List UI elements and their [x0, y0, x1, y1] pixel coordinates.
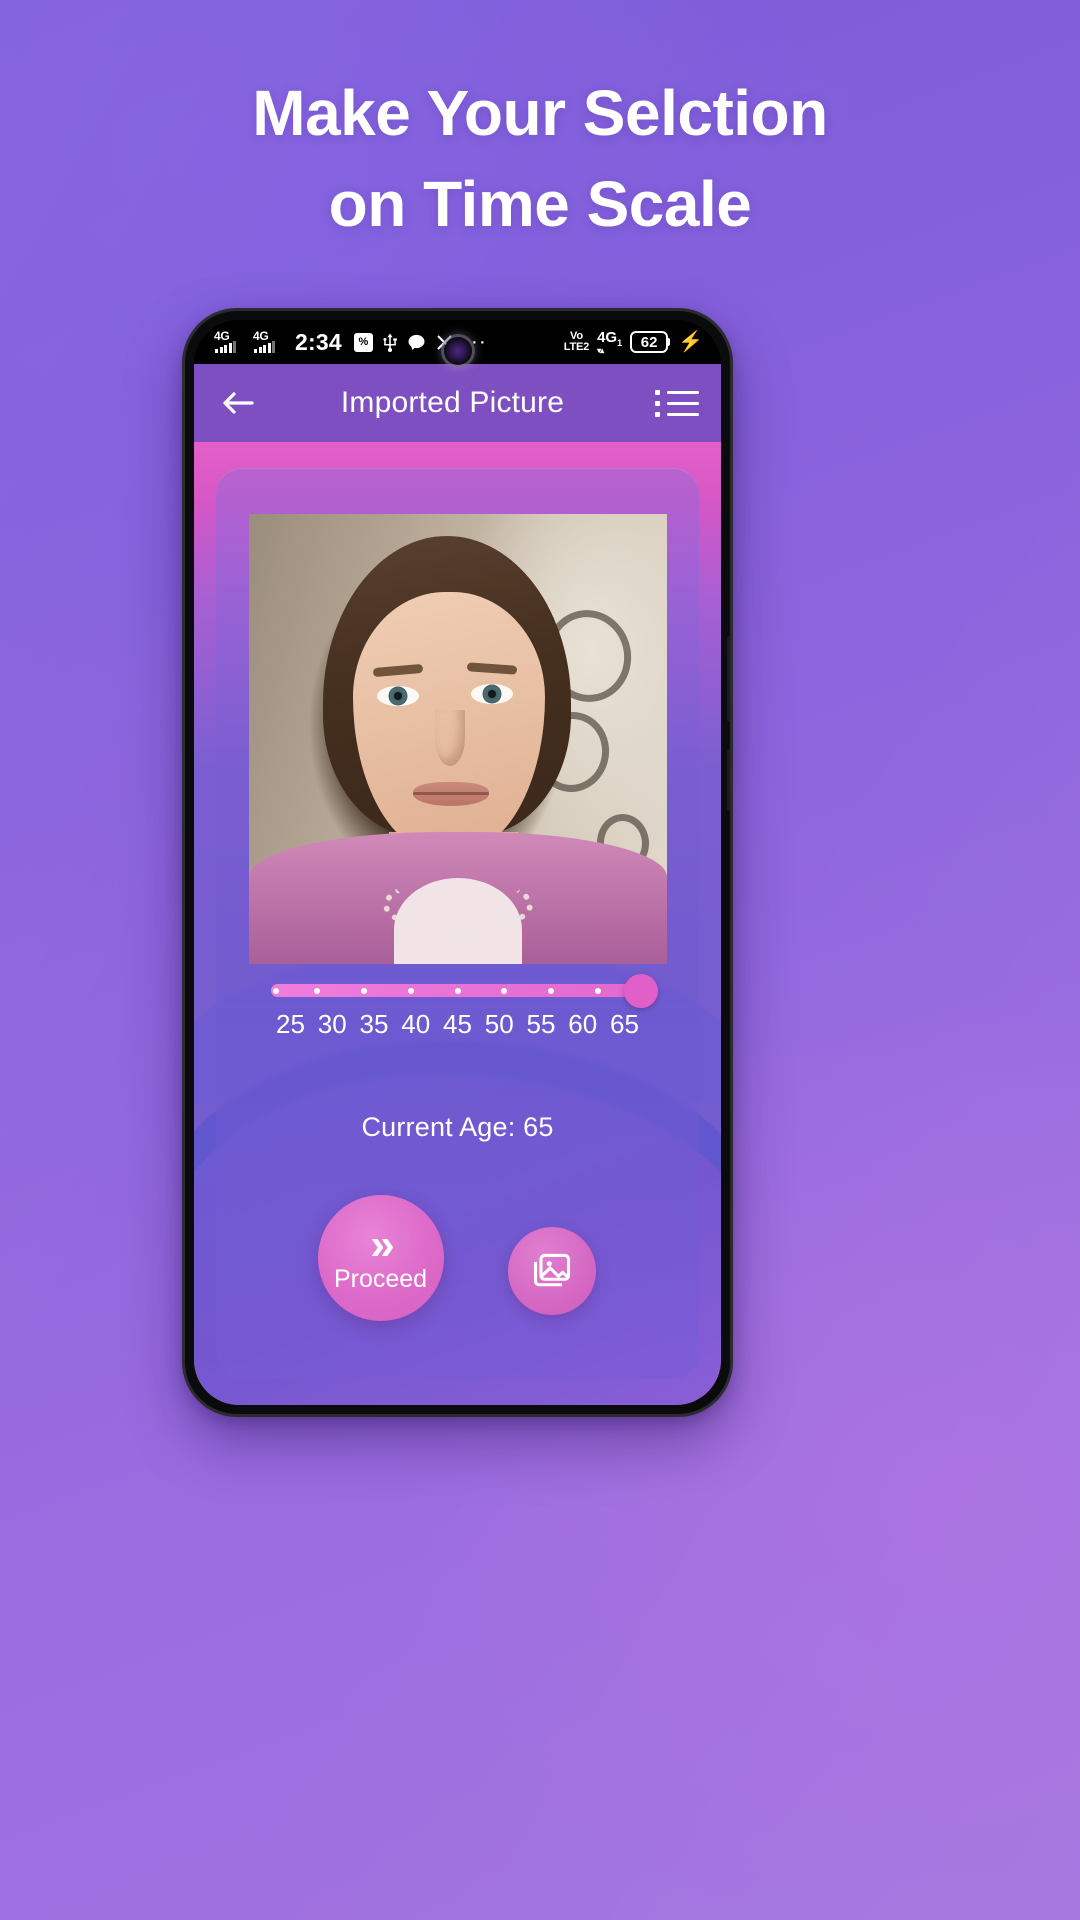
image-picture-icon: [533, 1253, 570, 1287]
volte-icon: Vo LTE2: [563, 329, 590, 353]
more-icon: ···: [462, 330, 487, 353]
battery-cap-icon: [667, 338, 671, 346]
slider-tick[interactable]: [314, 987, 321, 994]
status-bar: 4G 4G 2:34 % ··· Vo LTE2 4G1 ▾▴ 62 ⚡: [194, 320, 721, 364]
imported-photo[interactable]: [248, 514, 667, 964]
slider-tick[interactable]: [361, 987, 367, 994]
app-toolbar: Imported Picture: [194, 364, 721, 442]
tools-icon: [435, 333, 454, 352]
status-bar-clock: 2:34: [295, 328, 342, 355]
action-buttons: » Proceed: [216, 1195, 699, 1321]
phone-mockup: 4G 4G 2:34 % ··· Vo LTE2 4G1 ▾▴ 62 ⚡ Imp…: [185, 311, 730, 1414]
menu-button[interactable]: [655, 381, 699, 425]
slider-tick[interactable]: [548, 987, 554, 994]
slider-tick[interactable]: [407, 987, 414, 994]
slider-tick-label: 60: [568, 1009, 598, 1039]
slider-tick[interactable]: [454, 987, 461, 994]
phone-screen: 4G 4G 2:34 % ··· Vo LTE2 4G1 ▾▴ 62 ⚡ Imp…: [194, 320, 721, 1405]
slider-tick-label: 50: [484, 1009, 514, 1039]
signal-icon-sim1: 4G: [214, 329, 244, 353]
vibrate-icon: %: [353, 332, 373, 352]
slider-tick-label: 30: [317, 1009, 347, 1039]
message-bubble-icon: [407, 334, 426, 351]
slider-thumb[interactable]: [623, 973, 658, 1008]
app-content: 25 30 35 40 45 50 55 60 65 Current Age: 65 » Pro…: [194, 442, 721, 1405]
age-slider[interactable]: 25 30 35 40 45 50 55 60 65: [270, 973, 658, 1040]
slider-tick-label: 40: [401, 1009, 431, 1039]
signal-icon-sim2: 4G: [253, 329, 283, 353]
power-button[interactable]: [727, 749, 730, 811]
current-age-label: Current Age: 65: [361, 1112, 554, 1142]
content-card: 25 30 35 40 45 50 55 60 65 Current Age: 65 » Pro…: [216, 468, 699, 1379]
volume-button[interactable]: [727, 636, 730, 722]
slider-tick[interactable]: [594, 987, 601, 994]
slider-tick-label: 35: [359, 1009, 389, 1039]
slider-tick[interactable]: [501, 987, 508, 994]
slider-tick-label: 45: [443, 1009, 472, 1039]
status-bar-right: Vo LTE2 4G1 ▾▴ 62 ⚡: [563, 329, 703, 355]
proceed-button[interactable]: » Proceed: [317, 1195, 444, 1321]
slider-tick-label: 55: [526, 1009, 556, 1039]
list-menu-icon: [655, 389, 699, 395]
slider-tick-label: 65: [610, 1009, 639, 1039]
charging-icon: ⚡: [678, 331, 703, 353]
status-bar-left: 4G 4G 2:34 % ···: [214, 329, 487, 356]
slider-track[interactable]: [270, 973, 658, 1008]
double-chevron-right-icon: »: [370, 1219, 395, 1269]
promo-headline-line2: on Time Scale: [328, 167, 752, 240]
gallery-button[interactable]: [507, 1227, 596, 1315]
usb-icon: [382, 332, 398, 352]
proceed-button-label: Proceed: [333, 1264, 428, 1293]
network-label-right: 4G1 ▾▴: [597, 329, 623, 355]
page-title: Imported Picture: [340, 386, 565, 419]
promo-headline-line1: Make Your Selction: [252, 77, 828, 149]
slider-tick-labels: 25 30 35 40 45 50 55 60 65: [271, 1009, 645, 1040]
slider-tick[interactable]: [272, 987, 279, 994]
battery-indicator: 62: [630, 331, 669, 353]
slider-tick-label: 25: [276, 1009, 305, 1039]
promo-headline: Make Your Selction on Time Scale: [0, 68, 1080, 250]
